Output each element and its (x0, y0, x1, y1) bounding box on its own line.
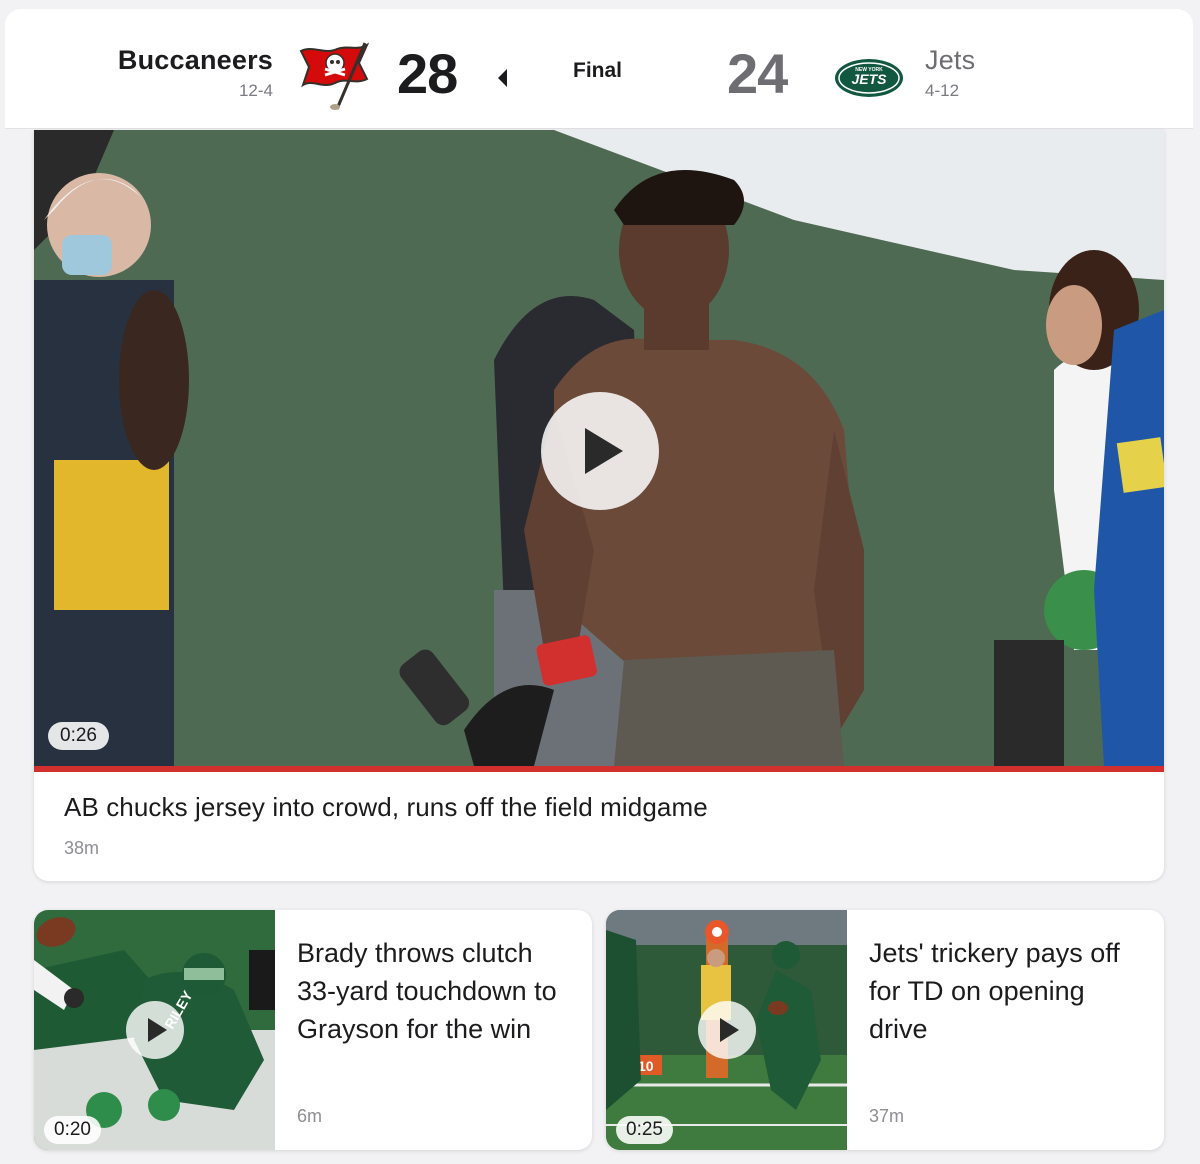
featured-video-timestamp: 38m (64, 838, 100, 858)
jets-logo: NEW YORK JETS (835, 59, 903, 97)
play-icon (148, 1018, 167, 1042)
video-title[interactable]: Jets' trickery pays off for TD on openin… (869, 934, 1149, 1048)
video-thumbnail[interactable]: 10 0:25 (606, 910, 847, 1150)
featured-video-title[interactable]: AB chucks jersey into crowd, runs off th… (64, 792, 708, 823)
play-icon (585, 428, 623, 474)
featured-video-card[interactable]: 0:26 AB chucks jersey into crowd, runs o… (34, 130, 1164, 881)
away-team-name: Buccaneers (117, 45, 273, 75)
home-score: 24 (727, 42, 788, 105)
buccaneers-logo (299, 42, 370, 110)
video-card[interactable]: 10 0:25 Jets' trickery pays off for TD o… (606, 910, 1164, 1150)
home-team-record: 4-12 (925, 81, 960, 100)
home-team-name: Jets (925, 45, 976, 75)
play-button[interactable] (698, 1001, 756, 1059)
scoreboard[interactable]: Buccaneers 12-4 28 Final 24 NEW YORK JET… (5, 9, 1193, 129)
video-timestamp: 37m (869, 1106, 905, 1126)
play-icon (720, 1018, 739, 1042)
play-button[interactable] (541, 392, 659, 510)
video-card[interactable]: RILEY 0:20 Brady throws clutch 33-yard t… (34, 910, 592, 1150)
video-duration-badge: 0:25 (616, 1116, 673, 1144)
featured-video-thumbnail[interactable]: 0:26 (34, 130, 1164, 766)
video-duration-badge: 0:20 (44, 1116, 101, 1144)
video-timestamp: 6m (297, 1106, 323, 1126)
video-progress-bar (34, 766, 1164, 772)
game-status: Final (573, 59, 623, 82)
play-button[interactable] (126, 1001, 184, 1059)
video-thumbnail[interactable]: RILEY 0:20 (34, 910, 275, 1150)
away-team-record: 12-4 (238, 81, 273, 100)
away-score: 28 (397, 42, 458, 105)
winner-indicator-icon (498, 69, 507, 87)
svg-text:JETS: JETS (851, 71, 887, 87)
video-title[interactable]: Brady throws clutch 33-yard touchdown to… (297, 934, 577, 1048)
video-duration-badge: 0:26 (48, 722, 109, 750)
